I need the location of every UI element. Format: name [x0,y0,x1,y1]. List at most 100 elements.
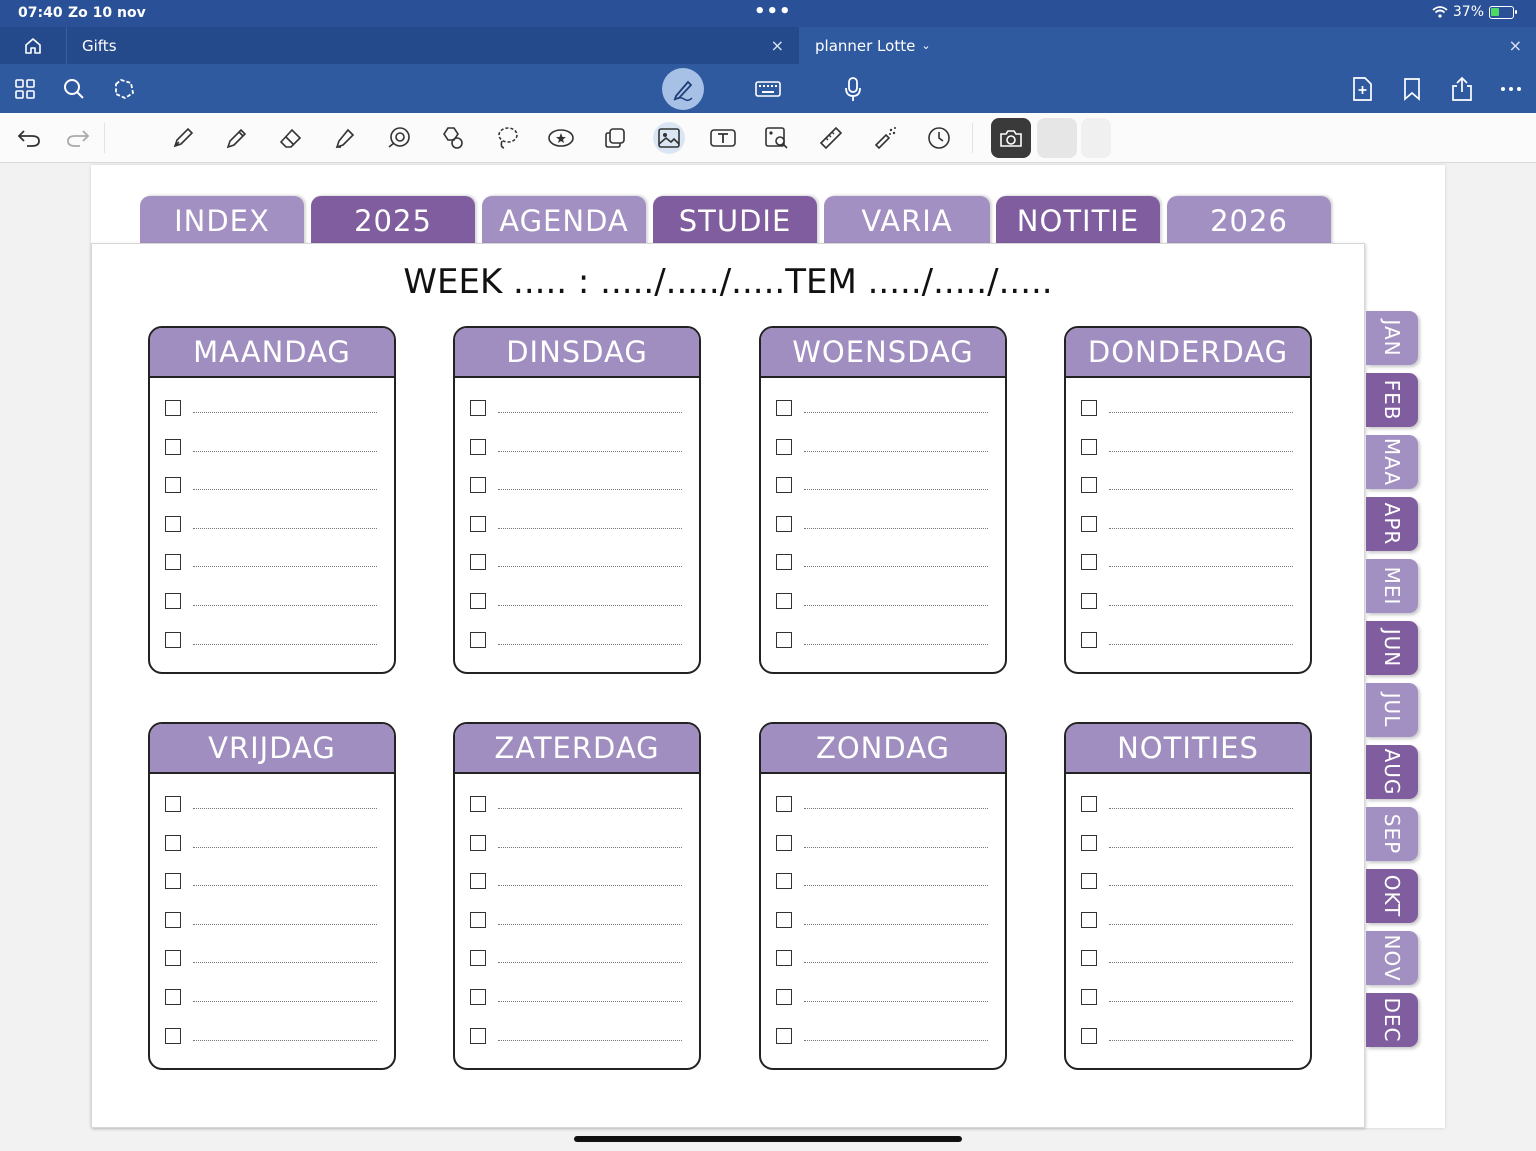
todo-checkbox[interactable] [776,515,792,532]
todo-checkbox[interactable] [1081,554,1097,571]
todo-checkbox[interactable] [165,593,181,609]
todo-checkbox[interactable] [470,989,486,1005]
search-icon[interactable] [59,74,89,104]
todo-writing-line[interactable] [1109,450,1293,452]
todo-checkbox[interactable] [1081,796,1097,812]
undo-icon[interactable] [13,122,45,154]
todo-checkbox[interactable] [165,911,181,928]
scan-shape-icon[interactable] [109,74,139,104]
todo-writing-line[interactable] [804,450,988,452]
tab-gifts[interactable]: Gifts × [66,27,798,64]
todo-checkbox[interactable] [470,796,486,812]
todo-writing-line[interactable] [1109,923,1293,925]
todo-writing-line[interactable] [498,412,682,413]
todo-checkbox[interactable] [470,477,486,494]
section-tab-studie[interactable]: STUDIE [653,196,817,246]
month-tab-jul[interactable]: JUL [1366,683,1418,737]
todo-checkbox[interactable] [1081,834,1097,851]
element-icon[interactable] [599,122,631,154]
todo-checkbox[interactable] [776,834,792,851]
month-tab-nov[interactable]: NOV [1366,931,1418,985]
todo-writing-line[interactable] [193,412,377,413]
text-box-icon[interactable] [707,122,739,154]
todo-checkbox[interactable] [165,400,181,416]
todo-checkbox[interactable] [1081,911,1097,928]
todo-checkbox[interactable] [1081,400,1097,416]
todo-checkbox[interactable] [165,515,181,532]
todo-writing-line[interactable] [498,962,682,964]
todo-checkbox[interactable] [165,950,181,967]
month-tab-apr[interactable]: APR [1366,497,1418,551]
grid-view-icon[interactable] [10,74,40,104]
todo-checkbox[interactable] [776,477,792,494]
todo-checkbox[interactable] [165,989,181,1005]
laser-pointer-icon[interactable] [869,122,901,154]
todo-checkbox[interactable] [1081,438,1097,455]
todo-writing-line[interactable] [1109,962,1293,964]
home-button[interactable] [0,27,66,64]
bookmark-icon[interactable] [1397,74,1427,104]
todo-checkbox[interactable] [165,631,181,648]
todo-checkbox[interactable] [1081,873,1097,890]
todo-writing-line[interactable] [193,923,377,925]
todo-writing-line[interactable] [804,808,988,809]
todo-checkbox[interactable] [776,631,792,648]
close-tab-planner-icon[interactable]: × [1509,36,1522,55]
todo-writing-line[interactable] [193,450,377,452]
todo-writing-line[interactable] [1109,808,1293,809]
todo-writing-line[interactable] [498,923,682,925]
todo-checkbox[interactable] [470,950,486,967]
todo-writing-line[interactable] [193,1039,377,1041]
todo-checkbox[interactable] [1081,1027,1097,1044]
todo-writing-line[interactable] [193,846,377,848]
todo-checkbox[interactable] [165,438,181,455]
todo-checkbox[interactable] [1081,593,1097,609]
lasso-icon[interactable] [491,122,523,154]
todo-checkbox[interactable] [776,989,792,1005]
todo-writing-line[interactable] [498,605,682,606]
camera-button[interactable] [991,118,1031,158]
todo-writing-line[interactable] [1109,412,1293,413]
shape-tool-icon[interactable] [383,122,415,154]
todo-writing-line[interactable] [193,489,377,491]
todo-checkbox[interactable] [1081,950,1097,967]
todo-writing-line[interactable] [804,412,988,413]
section-tab-agenda[interactable]: AGENDA [482,196,646,246]
todo-writing-line[interactable] [193,527,377,529]
todo-writing-line[interactable] [193,962,377,964]
chevron-down-icon[interactable]: ⌄ [921,39,930,52]
todo-checkbox[interactable] [470,554,486,571]
add-page-icon[interactable] [1347,74,1377,104]
todo-writing-line[interactable] [193,885,377,887]
todo-writing-line[interactable] [804,527,988,529]
sticker-icon[interactable] [545,122,577,154]
month-tab-okt[interactable]: OKT [1366,869,1418,923]
todo-checkbox[interactable] [470,631,486,648]
todo-writing-line[interactable] [804,489,988,491]
month-tab-maa[interactable]: MAA [1366,435,1418,489]
todo-writing-line[interactable] [804,885,988,887]
todo-checkbox[interactable] [470,834,486,851]
todo-checkbox[interactable] [165,796,181,812]
todo-writing-line[interactable] [193,643,377,645]
todo-writing-line[interactable] [193,1001,377,1002]
keyboard-icon[interactable] [753,74,783,104]
todo-writing-line[interactable] [1109,489,1293,491]
todo-writing-line[interactable] [498,885,682,887]
todo-checkbox[interactable] [470,873,486,890]
todo-writing-line[interactable] [498,527,682,529]
todo-writing-line[interactable] [498,808,682,809]
month-tab-aug[interactable]: AUG [1366,745,1418,799]
todo-writing-line[interactable] [804,1001,988,1002]
todo-checkbox[interactable] [470,515,486,532]
clock-icon[interactable] [923,122,955,154]
todo-writing-line[interactable] [1109,566,1293,568]
month-tab-sep[interactable]: SEP [1366,807,1418,861]
todo-checkbox[interactable] [1081,477,1097,494]
todo-writing-line[interactable] [1109,1001,1293,1002]
eraser-icon[interactable] [275,122,307,154]
todo-writing-line[interactable] [804,605,988,606]
todo-checkbox[interactable] [470,593,486,609]
todo-writing-line[interactable] [1109,605,1293,606]
todo-checkbox[interactable] [165,477,181,494]
